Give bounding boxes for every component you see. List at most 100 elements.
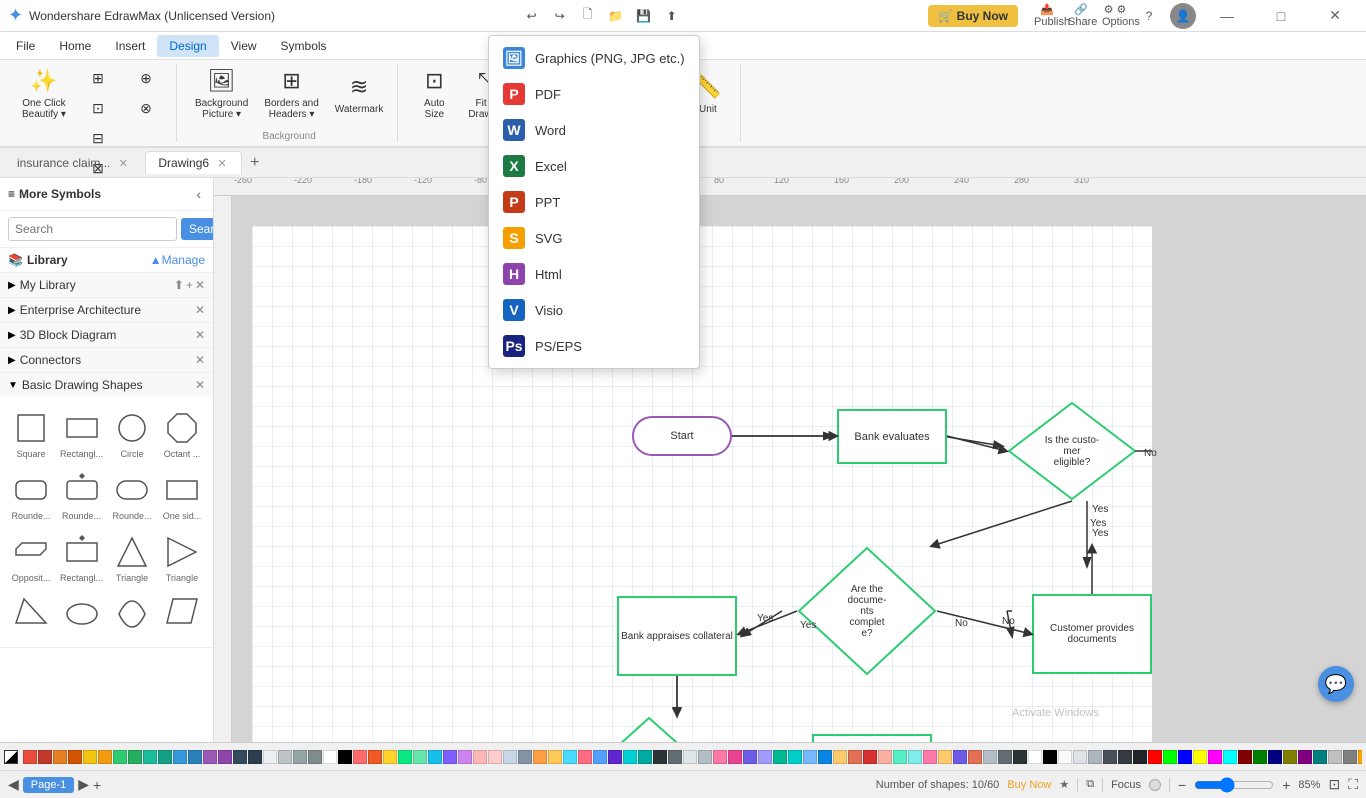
auto-size-button[interactable]: ⊡ AutoSize: [410, 64, 458, 124]
export-ps-eps[interactable]: Ps PS/EPS: [489, 328, 699, 364]
color-swatch[interactable]: [623, 750, 637, 764]
enterprise-close-btn[interactable]: ✕: [195, 303, 205, 317]
color-swatch[interactable]: [203, 750, 217, 764]
basic-shapes-close-btn[interactable]: ✕: [195, 378, 205, 392]
shape-partial4[interactable]: [159, 591, 205, 639]
color-swatch[interactable]: [863, 750, 877, 764]
export-graphics[interactable]: 🖼 Graphics (PNG, JPG etc.): [489, 40, 699, 76]
my-library-header[interactable]: ▶ My Library ⬆ + ✕: [0, 273, 213, 297]
undo-button[interactable]: ↩: [519, 3, 545, 29]
node-start[interactable]: Start: [632, 416, 732, 456]
layout-btn2[interactable]: ⊡: [76, 94, 120, 122]
maximize-button[interactable]: □: [1258, 0, 1304, 32]
color-swatch[interactable]: [1238, 750, 1252, 764]
menu-design[interactable]: Design: [157, 35, 218, 57]
color-swatch[interactable]: [668, 750, 682, 764]
menu-view[interactable]: View: [219, 35, 269, 57]
export-html[interactable]: H Html: [489, 256, 699, 292]
color-swatch[interactable]: [1313, 750, 1327, 764]
color-swatch[interactable]: [113, 750, 127, 764]
tab-insurance[interactable]: insurance claim... ✕: [4, 151, 143, 174]
my-library-add-btn[interactable]: +: [186, 278, 193, 292]
shape-rectangle[interactable]: Rectangl...: [58, 405, 105, 463]
save-button[interactable]: 💾: [631, 3, 657, 29]
layout-btn5[interactable]: ⊕: [124, 64, 168, 92]
color-swatch[interactable]: [1178, 750, 1192, 764]
color-swatch[interactable]: [368, 750, 382, 764]
color-swatch[interactable]: [1298, 750, 1312, 764]
color-swatch[interactable]: [578, 750, 592, 764]
color-swatch[interactable]: [1283, 750, 1297, 764]
color-swatch[interactable]: [143, 750, 157, 764]
export-ppt[interactable]: P PPT: [489, 184, 699, 220]
color-swatch[interactable]: [848, 750, 862, 764]
connectors-close-btn[interactable]: ✕: [195, 353, 205, 367]
page1-tab[interactable]: Page-1: [23, 777, 74, 793]
color-swatch[interactable]: [1133, 750, 1147, 764]
color-swatch[interactable]: [473, 750, 487, 764]
color-swatch[interactable]: [128, 750, 142, 764]
color-swatch[interactable]: [443, 750, 457, 764]
layers-icon[interactable]: ⧉: [1086, 778, 1094, 791]
shape-partial1[interactable]: [8, 591, 54, 639]
color-swatch[interactable]: [638, 750, 652, 764]
color-swatch[interactable]: [773, 750, 787, 764]
color-swatch[interactable]: [23, 750, 37, 764]
color-swatch[interactable]: [188, 750, 202, 764]
connectors-header[interactable]: ▶ Connectors ✕: [0, 348, 213, 372]
zoom-out-button[interactable]: −: [1178, 777, 1186, 793]
manage-button[interactable]: Manage: [162, 253, 205, 267]
prev-page-button[interactable]: ◀: [8, 776, 19, 793]
enterprise-header[interactable]: ▶ Enterprise Architecture ✕: [0, 298, 213, 322]
color-swatch[interactable]: [98, 750, 112, 764]
sidebar-collapse-button[interactable]: ‹: [192, 184, 205, 204]
3d-block-close-btn[interactable]: ✕: [195, 328, 205, 342]
search-input[interactable]: [8, 217, 177, 241]
color-swatch[interactable]: [38, 750, 52, 764]
menu-symbols[interactable]: Symbols: [269, 35, 339, 57]
shape-partial2[interactable]: [58, 591, 105, 639]
color-swatch[interactable]: [248, 750, 262, 764]
shape-partial3[interactable]: [109, 591, 155, 639]
node-eligible[interactable]: Is the custo-mereligible?: [1007, 401, 1137, 501]
zoom-in-button[interactable]: +: [1282, 777, 1290, 793]
canvas-content[interactable]: Yes Yes No Yes: [232, 196, 1366, 742]
node-bank-approves[interactable]: Bank approves loan: [812, 734, 932, 742]
color-swatch[interactable]: [308, 750, 322, 764]
color-swatch[interactable]: [653, 750, 667, 764]
tab-insurance-close[interactable]: ✕: [116, 156, 130, 170]
export-pdf[interactable]: P PDF: [489, 76, 699, 112]
color-swatch[interactable]: [323, 750, 337, 764]
fit-page-button[interactable]: ⊡: [1328, 776, 1340, 793]
color-swatch[interactable]: [458, 750, 472, 764]
color-swatch[interactable]: [728, 750, 742, 764]
help-button[interactable]: ?: [1136, 3, 1162, 29]
open-button[interactable]: 📁: [603, 3, 629, 29]
color-swatch[interactable]: [1358, 750, 1362, 764]
add-page-button[interactable]: +: [93, 777, 101, 793]
color-swatch[interactable]: [428, 750, 442, 764]
new-button[interactable]: 🗋: [575, 3, 601, 29]
minimize-button[interactable]: —: [1204, 0, 1250, 32]
fullscreen-button[interactable]: ⛶: [1348, 776, 1358, 793]
menu-home[interactable]: Home: [47, 35, 103, 57]
color-swatch[interactable]: [1058, 750, 1072, 764]
new-tab-button[interactable]: +: [244, 154, 265, 172]
layout-btn3[interactable]: ⊟: [76, 124, 120, 152]
color-swatch[interactable]: [833, 750, 847, 764]
color-swatch[interactable]: [698, 750, 712, 764]
borders-headers-button[interactable]: ⊞ Borders andHeaders ▾: [258, 64, 324, 124]
search-button[interactable]: Search: [181, 218, 214, 240]
color-swatch[interactable]: [893, 750, 907, 764]
color-swatch[interactable]: [1343, 750, 1357, 764]
shape-octagon[interactable]: Octant ...: [159, 405, 205, 463]
color-swatch[interactable]: [488, 750, 502, 764]
menu-insert[interactable]: Insert: [103, 35, 157, 57]
publish-button[interactable]: 📤 Publish: [1034, 3, 1060, 29]
color-swatch[interactable]: [413, 750, 427, 764]
color-swatch[interactable]: [263, 750, 277, 764]
node-documents[interactable]: Are thedocume-ntscomplete?: [797, 546, 937, 676]
tab-drawing6-close[interactable]: ✕: [215, 156, 229, 170]
color-swatch[interactable]: [1253, 750, 1267, 764]
color-swatch[interactable]: [818, 750, 832, 764]
